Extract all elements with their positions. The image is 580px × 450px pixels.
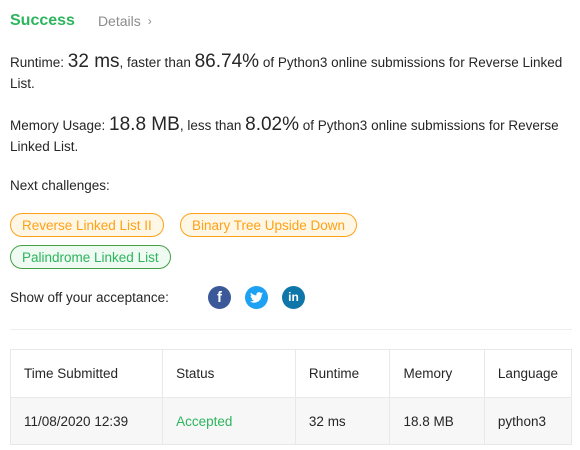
table-row: 11/08/2020 12:39 Accepted 32 ms 18.8 MB … <box>9 397 573 445</box>
challenge-tag-palindrome-linked-list[interactable]: Palindrome Linked List <box>10 245 171 269</box>
details-link[interactable]: Details › <box>98 13 152 29</box>
cell-time-submitted: 11/08/2020 12:39 <box>9 397 164 445</box>
twitter-icon[interactable] <box>245 285 268 309</box>
next-challenges-label: Next challenges: <box>10 178 110 193</box>
column-header-status: Status <box>162 349 296 398</box>
memory-comparison: , less than <box>179 118 242 133</box>
runtime-comparison: , faster than <box>119 55 191 70</box>
status-title: Success <box>10 12 75 29</box>
status-accepted-link[interactable]: Accepted <box>176 414 232 429</box>
cell-runtime: 32 ms <box>294 397 391 445</box>
runtime-value: 32 ms <box>67 51 120 72</box>
memory-value: 18.8 MB <box>109 114 180 135</box>
memory-percent: 8.02% <box>245 114 299 135</box>
column-header-time-submitted: Time Submitted <box>9 349 164 398</box>
chevron-right-icon: › <box>147 14 152 28</box>
runtime-summary: Runtime: 32 ms, faster than 86.74% of Py… <box>10 51 570 94</box>
linkedin-icon[interactable]: in <box>282 285 305 309</box>
twitter-bird-glyph <box>250 291 263 303</box>
table-header-row: Time Submitted Status Runtime Memory Lan… <box>9 349 573 398</box>
facebook-icon[interactable]: f <box>208 285 231 309</box>
runtime-label: Runtime: <box>10 55 65 70</box>
column-header-language: Language <box>483 349 573 398</box>
cell-language: python3 <box>483 397 573 445</box>
challenge-tag-binary-tree-upside-down[interactable]: Binary Tree Upside Down <box>180 213 358 237</box>
submissions-table: Time Submitted Status Runtime Memory Lan… <box>9 349 573 445</box>
cell-memory: 18.8 MB <box>389 397 485 445</box>
linkedin-glyph: in <box>288 290 299 304</box>
memory-label: Memory Usage: <box>10 118 106 133</box>
memory-summary: Memory Usage: 18.8 MB, less than 8.02% o… <box>10 114 570 157</box>
cell-status: Accepted <box>162 397 296 445</box>
share-label: Show off your acceptance: <box>10 289 169 305</box>
column-header-runtime: Runtime <box>294 349 391 398</box>
section-divider <box>10 329 572 330</box>
result-header: Success Details › <box>10 10 152 32</box>
column-header-memory: Memory <box>389 349 485 398</box>
facebook-glyph: f <box>217 288 222 306</box>
runtime-percent: 86.74% <box>194 51 260 72</box>
challenge-tag-reverse-linked-list-ii[interactable]: Reverse Linked List II <box>10 213 164 237</box>
details-label: Details <box>97 13 141 29</box>
share-row: Show off your acceptance: f in <box>10 285 319 309</box>
